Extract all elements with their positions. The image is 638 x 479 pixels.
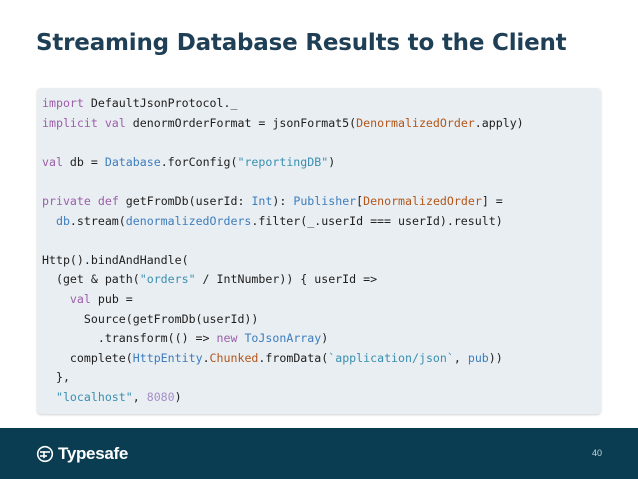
code-text-run: },: [42, 370, 70, 385]
code-class-name: Chunked: [209, 350, 259, 365]
code-text-run: db =: [62, 154, 105, 169]
code-text-run: (get & path(: [42, 272, 140, 287]
code-text-run: pub =: [90, 291, 133, 306]
code-keyword: import: [42, 96, 84, 110]
code-keyword: val: [104, 115, 126, 130]
code-text-run: .stream(: [69, 213, 126, 228]
code-class-name: DenormalizedOrder: [356, 115, 475, 130]
code-type-name: db: [42, 213, 70, 228]
slide-title: Streaming Database Results to the Client: [36, 30, 567, 56]
code-text-run: / IntNumber)) { userId =>: [195, 272, 378, 287]
code-type-name: Publisher: [293, 193, 357, 208]
code-string: "localhost": [55, 389, 133, 404]
code-type-name: pub: [467, 350, 489, 365]
code-text-run: ,: [453, 350, 468, 365]
code-text-run: .filter(_.userId === userId).result): [251, 213, 503, 228]
typesafe-logo: Typesafe: [36, 444, 128, 464]
brand-name: Typesafe: [58, 444, 129, 463]
code-text-run: ): [174, 389, 182, 404]
code-keyword: val: [42, 154, 63, 169]
code-text-run: .transform(() =>: [42, 331, 217, 346]
code-text-run: [42, 292, 70, 306]
code-type-name: Int: [251, 193, 273, 208]
typesafe-logo-icon: [36, 445, 54, 463]
code-type-name: ToJsonArray: [244, 331, 322, 346]
code-text-run: Http().bindAndHandle(: [42, 252, 189, 267]
code-text-run: .fromData(: [258, 350, 329, 365]
code-text-run: ): [328, 154, 336, 169]
footer-bar: Typesafe 40: [0, 428, 638, 479]
code-keyword: implicit: [42, 115, 98, 130]
code-text-run: [42, 390, 56, 404]
code-text-run: .apply): [474, 115, 524, 130]
code-type-name: HttpEntity: [132, 350, 203, 365]
code-text-run: getFromDb(userId:: [118, 193, 252, 208]
code-string: "orders": [139, 272, 196, 287]
code-number: 8080: [146, 389, 175, 404]
code-type-name: Database: [104, 154, 161, 169]
code-keyword: private: [42, 193, 91, 208]
code-keyword: new: [216, 331, 238, 346]
code-text-run: denormOrderFormat = jsonFormat5(: [125, 115, 357, 130]
code-text-run: )): [488, 350, 503, 365]
code-text-run: ,: [132, 389, 147, 404]
code-block: import DefaultJsonProtocol._ implicit va…: [37, 88, 601, 414]
page-number: 40: [591, 448, 602, 458]
code-text-run: ] =: [481, 193, 503, 208]
code-keyword: val: [69, 291, 91, 306]
code-keyword: def: [97, 193, 119, 208]
code-string: "reportingDB": [237, 154, 329, 169]
code-class-name: DenormalizedOrder: [363, 193, 482, 208]
code-text-run: .forConfig(: [160, 154, 238, 169]
code-text-run: DefaultJsonProtocol._: [83, 96, 238, 110]
code-text-run: ): [321, 331, 329, 346]
code-text-run: Source(getFromDb(userId)): [42, 311, 259, 326]
code-string: `application/json`: [328, 350, 454, 365]
code-text: import DefaultJsonProtocol._ implicit va…: [42, 94, 524, 408]
code-text-run: complete(: [42, 350, 133, 365]
code-type-name: denormalizedOrders: [125, 213, 252, 228]
code-text-run: .: [202, 350, 210, 365]
code-text-run: ):: [272, 193, 294, 208]
